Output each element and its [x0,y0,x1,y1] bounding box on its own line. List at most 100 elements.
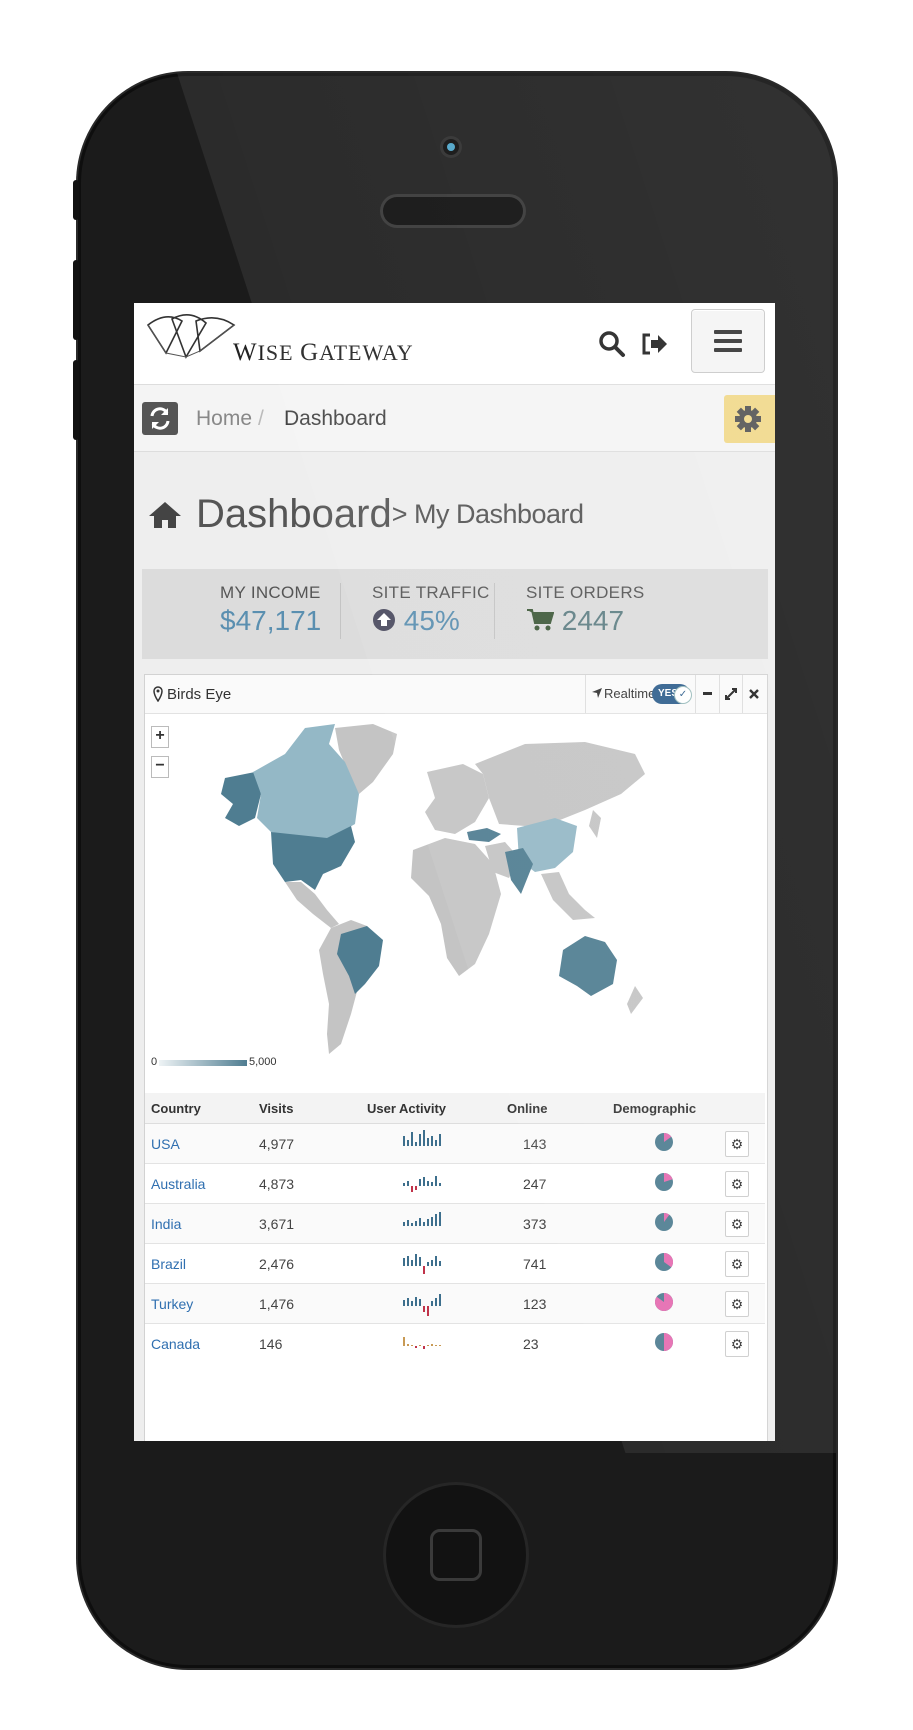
row-actions: ⚙ [719,1323,765,1363]
demographic-pie [607,1323,719,1363]
region-turkey [467,828,501,842]
home-button[interactable] [386,1485,526,1625]
col-demographic: Demographic [607,1093,719,1124]
row-settings-button[interactable]: ⚙ [725,1250,749,1277]
location-arrow-icon [592,688,602,698]
country-link[interactable]: Canada [145,1323,253,1363]
menu-toggle-button[interactable] [691,309,765,373]
row-settings-button[interactable]: ⚙ [725,1330,749,1357]
col-user-activity: User Activity [361,1093,501,1124]
row-actions: ⚙ [719,1163,765,1204]
divider [340,583,341,639]
widget-header: Birds Eye Realtime YES ✓ [145,675,767,714]
brand-logo-icon[interactable] [146,311,236,366]
world-map: + − 0 5,000 [145,714,767,1094]
stat-income: MY INCOME $47,171 [220,583,322,636]
user-activity-sparkline [361,1283,501,1324]
row-settings-button[interactable]: ⚙ [725,1130,749,1157]
col-actions [719,1093,765,1124]
row-settings-button[interactable]: ⚙ [725,1170,749,1197]
demographic-pie [607,1283,719,1324]
online-value: 373 [501,1203,607,1244]
visits-value: 3,671 [253,1203,361,1244]
demographic-pie [607,1163,719,1204]
col-visits[interactable]: Visits [253,1093,361,1124]
page-title: Dashboard> My Dashboard [148,492,584,537]
volume-up-button [73,260,79,340]
legend-min: 0 [151,1056,158,1068]
table-row: USA 4,977 143 ⚙ [145,1123,765,1164]
region-japan [589,810,601,838]
user-activity-sparkline [361,1323,501,1363]
birds-eye-widget: Birds Eye Realtime YES ✓ + − 0 5,000 Cou… [144,674,768,1441]
user-activity-sparkline [361,1203,501,1244]
breadcrumb-home-link[interactable]: Home [196,407,252,431]
collapse-icon[interactable] [703,692,712,695]
breadcrumb-bar: Home / Dashboard [134,385,775,452]
legend-gradient [159,1060,247,1066]
visits-value: 4,977 [253,1123,361,1164]
user-activity-sparkline [361,1243,501,1284]
country-link[interactable]: India [145,1203,253,1244]
online-value: 23 [501,1323,607,1363]
demographic-pie [607,1123,719,1164]
main-content: Dashboard> My Dashboard MY INCOME $47,17… [134,452,775,1441]
realtime-toggle[interactable]: YES ✓ [652,684,692,704]
stat-traffic: SITE TRAFFIC 45% [372,583,490,636]
country-table: Country Visits User Activity Online Demo… [145,1093,765,1363]
visits-value: 1,476 [253,1283,361,1324]
visits-value: 2,476 [253,1243,361,1284]
mute-switch [73,180,79,220]
arrow-circle-up-icon [373,609,395,631]
brand-name: WISE GATEWAY [233,339,414,366]
table-header: Country Visits User Activity Online Demo… [145,1093,765,1124]
search-icon[interactable] [597,329,627,359]
map-marker-icon [153,686,163,702]
online-value: 143 [501,1123,607,1164]
check-icon: ✓ [674,686,692,704]
world-map-svg [159,724,645,1066]
region-asia [475,742,645,826]
online-value: 123 [501,1283,607,1324]
country-link[interactable]: Australia [145,1163,253,1204]
row-actions: ⚙ [719,1283,765,1324]
region-europe [425,764,489,834]
col-country[interactable]: Country [145,1093,253,1124]
row-settings-button[interactable]: ⚙ [725,1210,749,1237]
widget-toolbar: Realtime YES ✓ [585,675,766,713]
close-icon[interactable] [748,688,760,700]
table-row: Brazil 2,476 741 ⚙ [145,1243,765,1284]
settings-button[interactable] [724,395,775,443]
col-online[interactable]: Online [501,1093,607,1124]
fullscreen-icon[interactable] [724,687,738,701]
visits-value: 146 [253,1323,361,1363]
row-actions: ⚙ [719,1203,765,1244]
country-link[interactable]: USA [145,1123,253,1164]
widget-title: Birds Eye [167,686,232,703]
region-southeast-asia [541,872,595,920]
breadcrumb-separator: / [258,407,264,430]
demographic-pie [607,1203,719,1244]
home-icon [149,501,181,528]
region-africa [411,838,501,976]
region-australia [559,936,617,996]
stats-strip: MY INCOME $47,171 SITE TRAFFIC 45% SITE … [142,569,768,659]
refresh-button[interactable] [142,402,178,435]
row-actions: ⚙ [719,1243,765,1284]
earpiece-speaker [383,197,523,225]
top-navbar: WISE GATEWAY [134,303,775,385]
user-activity-sparkline [361,1123,501,1164]
stat-orders: SITE ORDERS 2447 [526,583,645,636]
gear-icon [735,406,761,432]
country-link[interactable]: Turkey [145,1283,253,1324]
table-row: Australia 4,873 247 ⚙ [145,1163,765,1204]
row-settings-button[interactable]: ⚙ [725,1290,749,1317]
demographic-pie [607,1243,719,1284]
divider [494,583,495,639]
logout-icon[interactable] [640,329,670,359]
row-actions: ⚙ [719,1123,765,1164]
table-row: Canada 146 23 ⚙ [145,1323,765,1363]
breadcrumb-current: Dashboard [284,407,387,430]
front-camera [443,139,459,155]
country-link[interactable]: Brazil [145,1243,253,1284]
